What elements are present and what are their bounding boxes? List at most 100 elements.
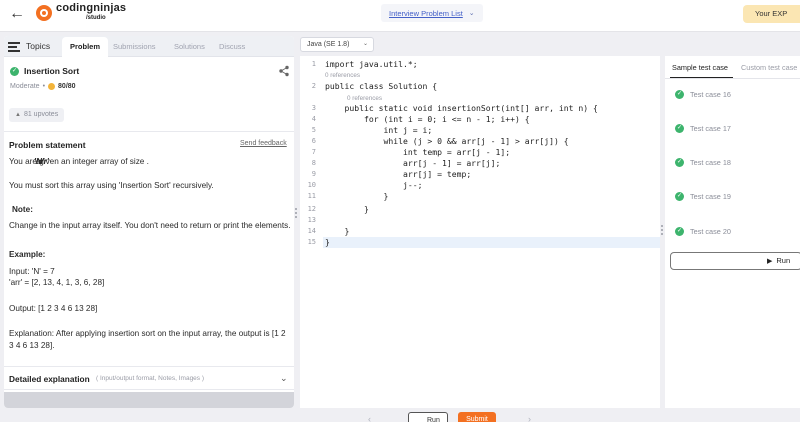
chevron-down-icon: ⌄ bbox=[468, 10, 475, 17]
logo-name: codingninjas bbox=[56, 2, 127, 14]
tab-custom-test-case[interactable]: Custom test case bbox=[741, 63, 797, 72]
check-circle-icon: ✓ bbox=[675, 89, 684, 99]
tab-topics-label: Topics bbox=[26, 41, 51, 51]
statement-code-n: 'N' bbox=[34, 157, 44, 166]
tab-sample-test-case[interactable]: Sample test case bbox=[672, 63, 728, 72]
share-icon[interactable] bbox=[278, 65, 290, 77]
tab-topics[interactable]: Topics bbox=[8, 36, 50, 57]
dot-separator: • bbox=[42, 83, 46, 90]
top-header: ← codingninjas /studio Interview Problem… bbox=[0, 0, 800, 32]
example-input-arr: 'arr' = [2, 13, 4, 1, 3, 6, 28] bbox=[9, 278, 105, 287]
test-case-item[interactable]: ✓ Test case 17 bbox=[675, 123, 731, 133]
upvote-button[interactable]: ▲ 81 upvotes bbox=[9, 108, 65, 122]
statement-text: of size bbox=[120, 157, 147, 166]
run-code-button[interactable]: Run bbox=[408, 412, 448, 422]
test-case-label: Test case 16 bbox=[690, 89, 731, 99]
line-number: 3 bbox=[311, 104, 316, 112]
play-icon: ▶ bbox=[767, 258, 773, 265]
code-text: } bbox=[325, 191, 389, 201]
references-hint[interactable]: 0 references bbox=[325, 71, 360, 80]
difficulty-row: Moderate • 80/80 bbox=[10, 83, 76, 90]
tab-discuss[interactable]: Discuss bbox=[219, 36, 245, 57]
code-line[interactable]: 2 public class Solution { bbox=[300, 81, 660, 92]
code-line[interactable]: 5 int j = i; bbox=[300, 125, 660, 136]
test-case-label: Test case 20 bbox=[690, 226, 731, 236]
tab-submissions[interactable]: Submissions bbox=[113, 36, 156, 57]
code-text: public class Solution { bbox=[325, 81, 438, 91]
interview-problem-list-dropdown[interactable]: Interview Problem List ⌄ bbox=[381, 4, 483, 22]
check-circle-icon: ✓ bbox=[10, 67, 19, 76]
back-arrow-icon[interactable]: ← bbox=[9, 6, 29, 22]
test-case-label: Test case 18 bbox=[690, 157, 731, 167]
problem-panel: Topics Problem Submissions Solutions Dis… bbox=[4, 36, 294, 408]
next-section-collapsed bbox=[4, 392, 294, 408]
code-line[interactable]: 15} bbox=[300, 237, 660, 248]
code-line[interactable]: 1 import java.util.*; bbox=[300, 59, 660, 70]
logo-mark-icon bbox=[36, 5, 52, 21]
editor-footer: ‹ Run Submit › bbox=[300, 410, 660, 422]
exp-badge[interactable]: Your EXP bbox=[743, 5, 800, 23]
code-editor[interactable]: 1 import java.util.*; 0 references 2 publi… bbox=[300, 56, 660, 408]
code-text: for (int i = 0; i <= n - 1; i++) { bbox=[325, 114, 530, 124]
code-line[interactable]: 14 } bbox=[300, 226, 660, 237]
code-line[interactable]: 10 j--; bbox=[300, 180, 660, 191]
code-line[interactable]: 4 for (int i = 0; i <= n - 1; i++) { bbox=[300, 114, 660, 125]
check-circle-icon: ✓ bbox=[675, 226, 684, 236]
test-case-label: Test case 19 bbox=[690, 191, 731, 201]
upvote-count: 81 upvotes bbox=[23, 111, 59, 118]
code-line[interactable]: 11 } bbox=[300, 191, 660, 202]
line-number: 9 bbox=[311, 170, 316, 178]
left-resize-handle[interactable] bbox=[295, 208, 298, 222]
test-case-item[interactable]: ✓ Test case 16 bbox=[675, 89, 731, 99]
code-line[interactable]: 7 int temp = arr[j - 1]; bbox=[300, 147, 660, 158]
run-button[interactable]: ▶ Run bbox=[670, 252, 800, 270]
code-line[interactable]: 9 arr[j] = temp; bbox=[300, 169, 660, 180]
code-line[interactable]: 3 public static void insertionSort(int[]… bbox=[300, 103, 660, 114]
code-line[interactable]: 8 arr[j - 1] = arr[j]; bbox=[300, 158, 660, 169]
code-text: import java.util.*; bbox=[325, 59, 418, 69]
submit-button[interactable]: Submit bbox=[458, 412, 496, 422]
upvote-icon: ▲ bbox=[15, 112, 21, 118]
references-hint[interactable]: 0 references bbox=[347, 94, 382, 103]
code-text: } bbox=[325, 226, 350, 236]
line-number: 1 bbox=[311, 60, 316, 68]
send-feedback-link[interactable]: Send feedback bbox=[240, 140, 287, 147]
detailed-explanation-accordion[interactable]: Detailed explanation ( Input/output form… bbox=[4, 366, 294, 390]
line-number: 6 bbox=[311, 137, 316, 145]
code-line[interactable]: 12 } bbox=[300, 204, 660, 215]
detailed-explanation-sub: ( Input/output format, Notes, Images ) bbox=[96, 375, 205, 382]
note-heading: Note: bbox=[12, 205, 33, 214]
code-line[interactable]: 13 bbox=[300, 215, 660, 226]
problem-statement-heading: Problem statement bbox=[9, 140, 86, 150]
score-value: 80/80 bbox=[58, 83, 76, 90]
chevron-left-icon[interactable]: ‹ bbox=[368, 414, 371, 422]
test-case-panel: Sample test case Custom test case ✓ Test… bbox=[665, 56, 800, 408]
test-case-item[interactable]: ✓ Test case 19 bbox=[675, 191, 731, 201]
coding-ninjas-logo[interactable]: codingninjas /studio bbox=[36, 3, 126, 23]
menu-arrow-icon bbox=[8, 42, 22, 52]
language-value: Java (SE 1.8) bbox=[307, 41, 350, 48]
chevron-right-icon[interactable]: › bbox=[528, 414, 531, 422]
code-line[interactable]: 6 while (j > 0 && arr[j - 1] > arr[j]) { bbox=[300, 136, 660, 147]
problem-tabbar: Topics Problem Submissions Solutions Dis… bbox=[4, 36, 294, 57]
tab-solutions[interactable]: Solutions bbox=[174, 36, 205, 57]
tab-problem[interactable]: Problem bbox=[62, 37, 108, 57]
line-number: 10 bbox=[307, 181, 316, 189]
right-resize-handle[interactable] bbox=[661, 225, 664, 239]
line-number: 14 bbox=[307, 227, 316, 235]
statement-text: . bbox=[146, 157, 149, 166]
example-explanation: Explanation: After applying insertion so… bbox=[9, 329, 286, 350]
difficulty-label: Moderate bbox=[10, 83, 40, 90]
line-number: 8 bbox=[311, 159, 316, 167]
problem-list-label: Interview Problem List bbox=[389, 8, 463, 18]
test-case-item[interactable]: ✓ Test case 18 bbox=[675, 157, 731, 167]
language-select[interactable]: Java (SE 1.8) ⌄ bbox=[300, 37, 374, 52]
code-text: } bbox=[325, 237, 330, 247]
coin-icon bbox=[48, 83, 56, 90]
code-text: arr[j] = temp; bbox=[325, 169, 472, 179]
test-case-label: Test case 17 bbox=[690, 123, 731, 133]
note-text: Change in the input array itself. You do… bbox=[9, 221, 291, 230]
code-text: int temp = arr[j - 1]; bbox=[325, 147, 511, 157]
code-text: public static void insertionSort(int[] a… bbox=[325, 103, 598, 113]
test-case-item[interactable]: ✓ Test case 20 bbox=[675, 226, 731, 236]
